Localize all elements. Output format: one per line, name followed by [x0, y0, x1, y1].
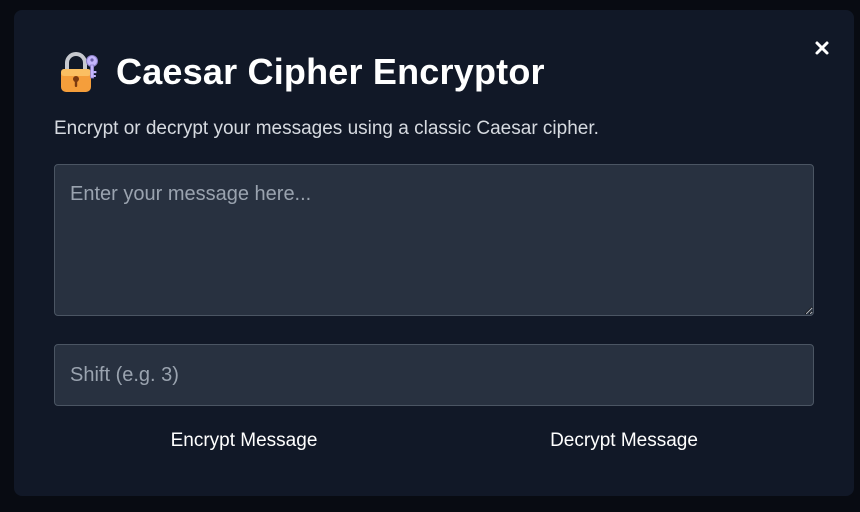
dialog-subtitle: Encrypt or decrypt your messages using a…	[54, 118, 599, 139]
cipher-dialog: Caesar Cipher Encryptor Encrypt or decry…	[14, 10, 854, 496]
shift-input[interactable]	[54, 344, 814, 406]
dialog-title: Caesar Cipher Encryptor	[116, 51, 545, 92]
lock-with-key-icon	[61, 52, 98, 92]
title-row: Caesar Cipher Encryptor	[58, 50, 545, 94]
decrypt-button[interactable]: Decrypt Message	[434, 424, 814, 458]
close-icon	[815, 41, 829, 55]
close-button[interactable]	[812, 38, 832, 58]
message-input[interactable]	[54, 164, 814, 316]
encrypt-button[interactable]: Encrypt Message	[54, 424, 434, 458]
